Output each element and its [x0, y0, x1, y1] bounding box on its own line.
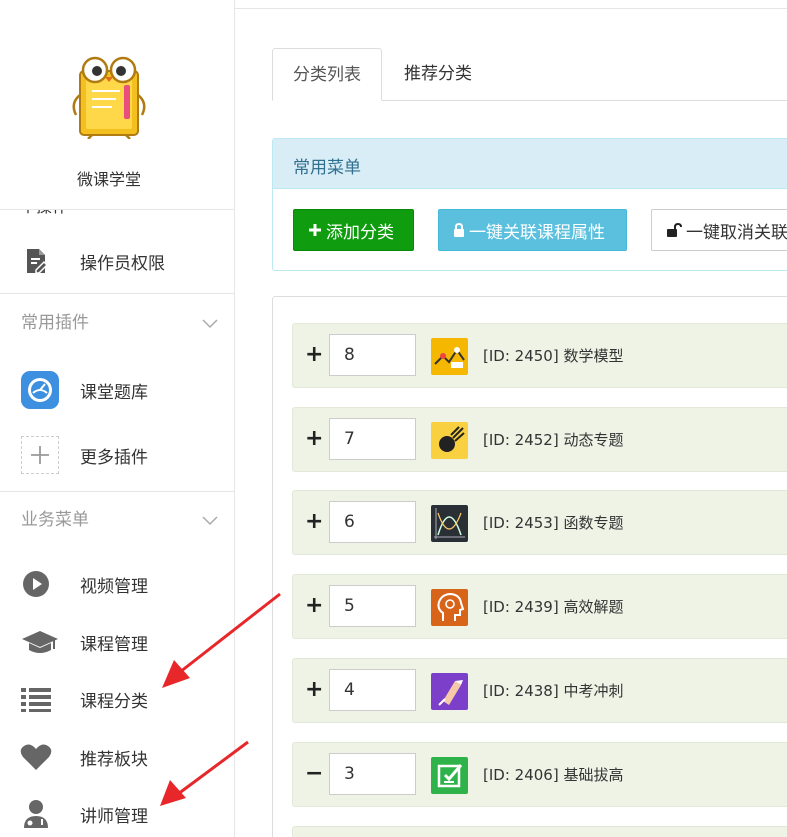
category-title: [ID: 2438] 中考冲刺 — [483, 682, 624, 700]
play-icon — [20, 568, 52, 600]
plus-icon — [308, 223, 322, 237]
sidebar-item-label: 讲师管理 — [80, 806, 148, 827]
question-bank-icon — [21, 371, 59, 409]
category-title: [ID: 2450] 数学模型 — [483, 347, 624, 365]
category-thumbnail — [431, 505, 468, 542]
sidebar-item-teacher-management[interactable]: 讲师管理 — [0, 785, 234, 837]
panel-title: 常用菜单 — [273, 139, 787, 189]
heart-icon — [20, 741, 52, 773]
unlock-icon — [666, 223, 682, 237]
sidebar-item-question-bank[interactable]: 课堂题库 — [0, 361, 234, 419]
sort-input[interactable]: 6 — [329, 501, 416, 543]
sort-input[interactable]: 4 — [329, 669, 416, 711]
category-row[interactable]: + 6 [ID: 2453] 函数专题 — [292, 490, 787, 555]
tab-bar: 分类列表 推荐分类 — [272, 48, 787, 101]
document-edit-icon — [20, 245, 52, 277]
group-divider — [0, 293, 234, 294]
expand-toggle[interactable]: + — [305, 594, 323, 618]
owl-book-logo — [72, 56, 146, 139]
category-thumbnail — [431, 422, 468, 459]
logo-name: 微课学堂 — [76, 170, 141, 189]
category-title: [ID: 2439] 高效解题 — [483, 598, 624, 616]
category-thumbnail — [431, 589, 468, 626]
group-title: 业务菜单 — [21, 510, 89, 530]
sort-input[interactable]: 8 — [329, 334, 416, 376]
category-thumbnail — [431, 757, 468, 794]
link-course-attr-label: 一键关联课程属性 — [469, 222, 605, 243]
app-root: 个操作 微课学堂 — [0, 0, 787, 837]
category-title: [ID: 2452] 动态专题 — [483, 431, 624, 449]
category-row[interactable]: + 8 [ID: 2450] 数学模型 — [292, 323, 787, 388]
sidebar-item-operator-permission[interactable]: 操作员权限 — [0, 232, 234, 290]
tab-recommended-category[interactable]: 推荐分类 — [384, 48, 492, 101]
sidebar: 个操作 微课学堂 — [0, 0, 235, 837]
lock-icon — [453, 223, 465, 237]
sort-input[interactable]: 7 — [329, 418, 416, 460]
expand-toggle[interactable]: + — [305, 343, 323, 367]
group-divider — [0, 491, 234, 492]
top-border — [235, 0, 787, 9]
sidebar-item-label: 更多插件 — [80, 447, 148, 468]
category-row[interactable]: + 4 [ID: 2438] 中考冲刺 — [292, 658, 787, 723]
sidebar-item-more-plugins[interactable]: 更多插件 — [0, 426, 234, 484]
sidebar-item-course-category[interactable]: 课程分类 — [0, 670, 234, 728]
category-title: [ID: 2406] 基础拔高 — [483, 766, 624, 784]
add-category-label: 添加分类 — [326, 222, 394, 243]
sort-input[interactable]: 5 — [329, 585, 416, 627]
graduation-cap-icon — [20, 626, 60, 658]
sidebar-item-label: 操作员权限 — [80, 253, 165, 274]
logo-area: 微课学堂 — [0, 0, 234, 210]
list-icon — [20, 683, 52, 715]
sidebar-item-recommend-block[interactable]: 推荐板块 — [0, 728, 234, 786]
add-category-button[interactable]: 添加分类 — [293, 209, 414, 251]
expand-toggle[interactable]: + — [305, 678, 323, 702]
collapse-toggle[interactable]: − — [305, 762, 323, 786]
category-title: [ID: 2453] 函数专题 — [483, 514, 624, 532]
unlink-course-label: 一键取消关联 — [686, 222, 787, 243]
category-thumbnail — [431, 338, 468, 375]
expand-toggle[interactable]: + — [305, 510, 323, 534]
category-row[interactable]: − 3 [ID: 2406] 基础拔高 — [292, 742, 787, 807]
unlink-course-button[interactable]: 一键取消关联 — [651, 209, 787, 251]
category-row[interactable]: + 7 [ID: 2452] 动态专题 — [292, 407, 787, 472]
sidebar-item-label: 课程分类 — [80, 691, 148, 712]
teacher-icon — [20, 798, 52, 830]
chevron-down-icon — [202, 516, 218, 526]
link-course-attr-button[interactable]: 一键关联课程属性 — [438, 209, 627, 251]
sidebar-item-course-management[interactable]: 课程管理 — [0, 613, 234, 671]
group-header-plugins[interactable]: 常用插件 — [0, 306, 234, 346]
plus-icon — [21, 436, 59, 474]
sidebar-item-video-management[interactable]: 视频管理 — [0, 555, 234, 613]
expand-toggle[interactable]: + — [305, 427, 323, 451]
chevron-down-icon — [202, 319, 218, 329]
sidebar-item-label: 视频管理 — [80, 576, 148, 597]
tab-category-list[interactable]: 分类列表 — [272, 48, 382, 101]
common-menu-panel: 常用菜单 添加分类 一键关联课程属性 一键取消关联 — [272, 138, 787, 271]
category-row-cutoff — [292, 826, 787, 837]
sidebar-item-label: 推荐板块 — [80, 749, 148, 770]
group-header-business[interactable]: 业务菜单 — [0, 503, 234, 543]
category-row[interactable]: + 5 [ID: 2439] 高效解题 — [292, 574, 787, 639]
sort-input[interactable]: 3 — [329, 753, 416, 795]
sidebar-item-label: 课程管理 — [80, 634, 148, 655]
group-title: 常用插件 — [21, 313, 89, 333]
sidebar-item-label: 课堂题库 — [80, 382, 148, 403]
category-thumbnail — [431, 673, 468, 710]
